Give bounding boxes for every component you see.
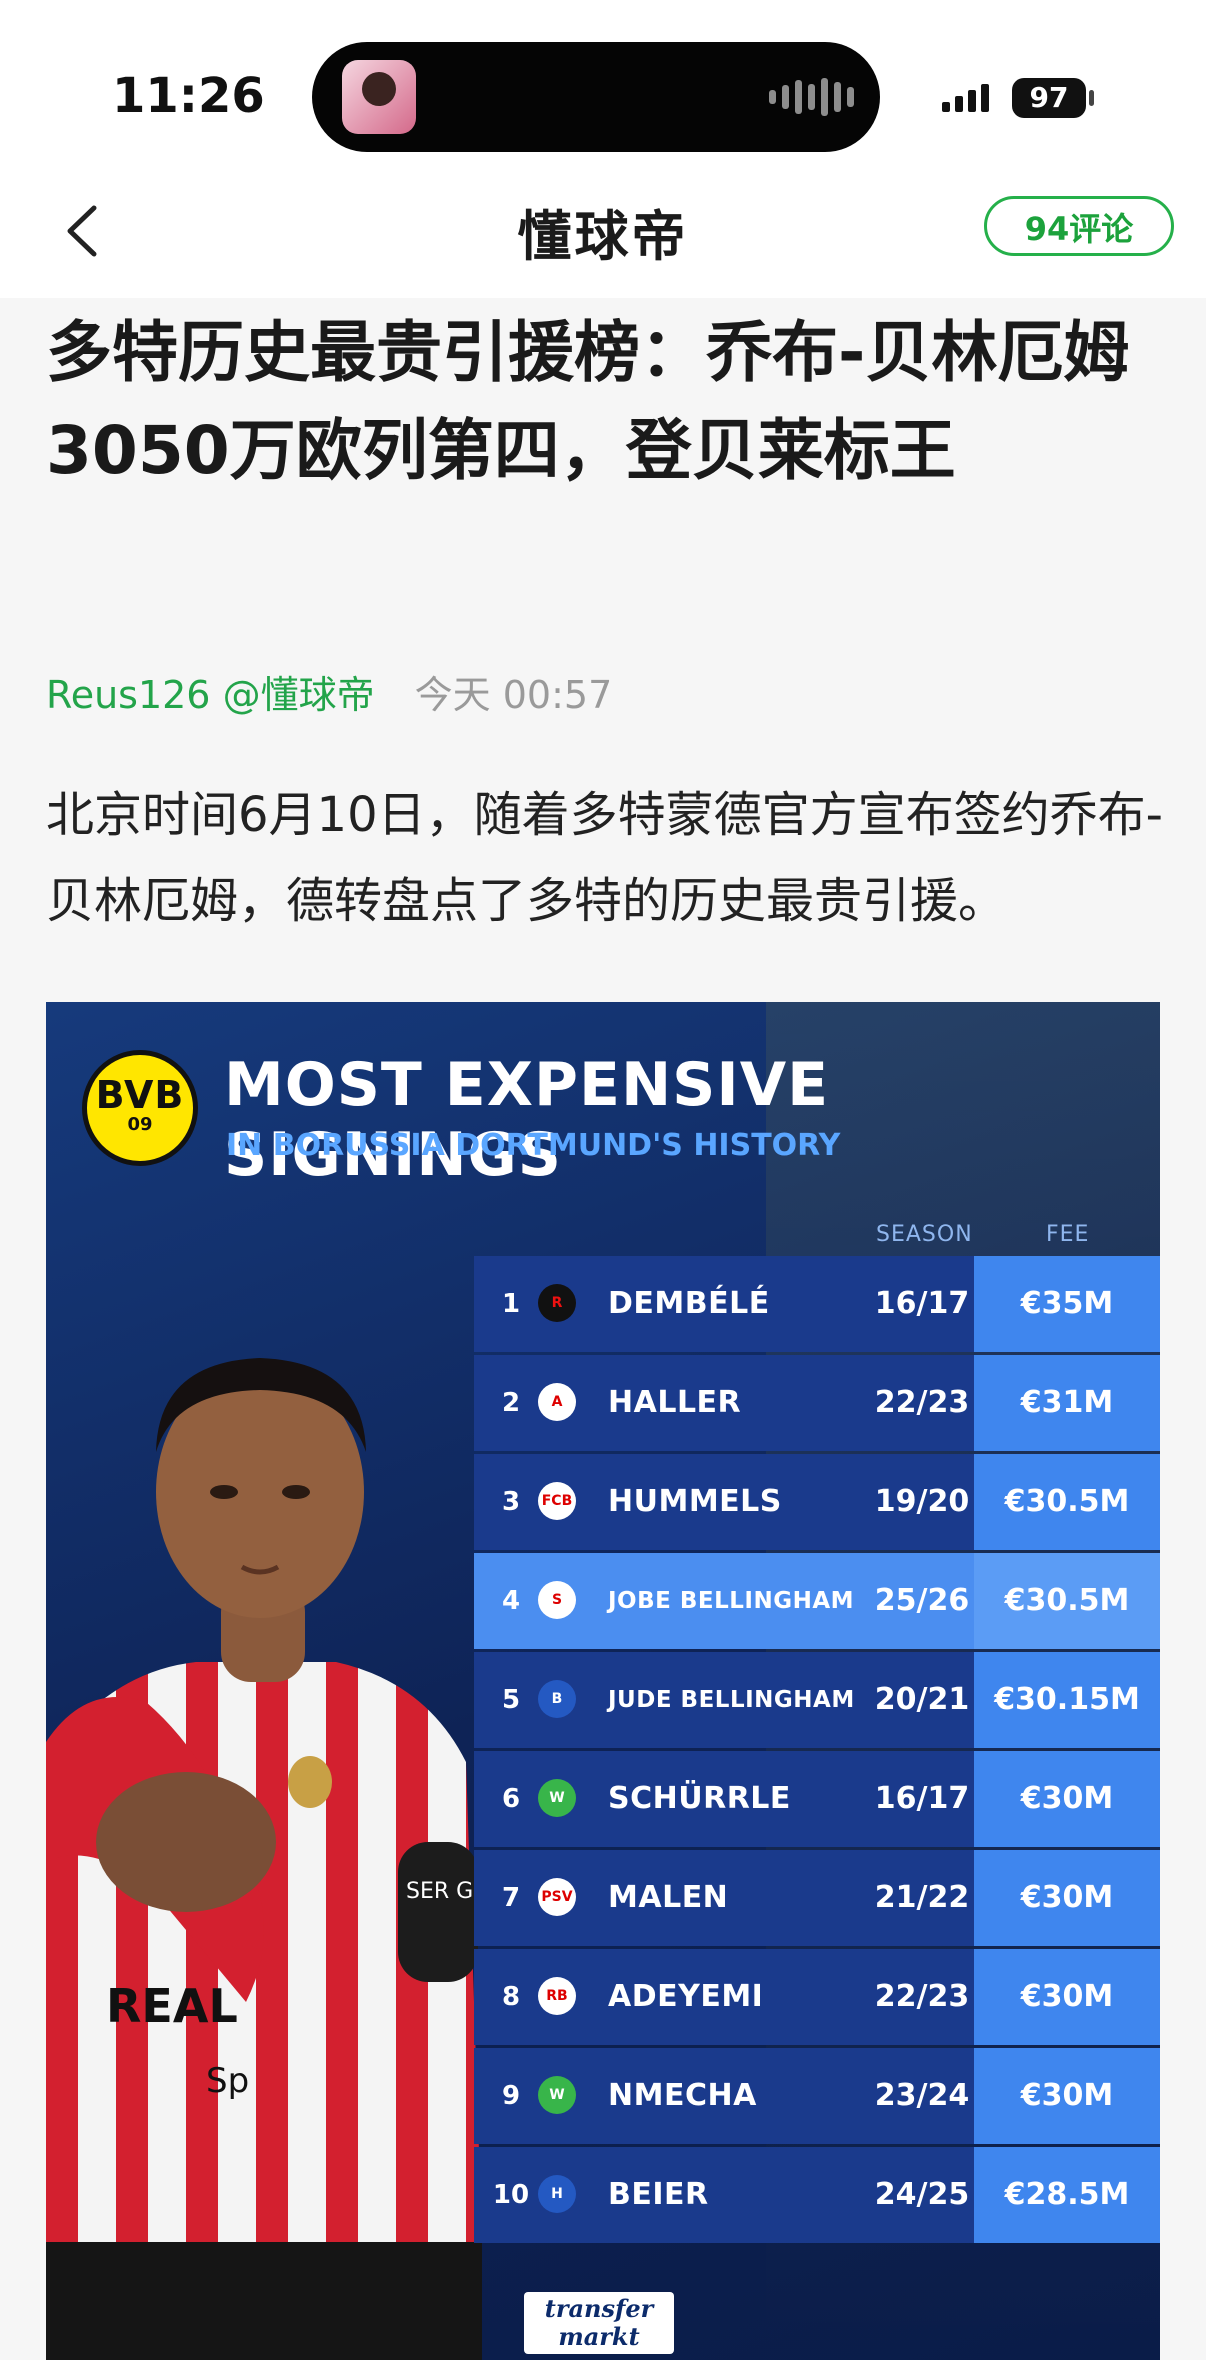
shirt-sponsor-text: Sp	[206, 2061, 249, 2101]
signal-icon	[942, 84, 989, 112]
row-player: NMECHA	[608, 2078, 757, 2113]
status-time: 11:26	[112, 68, 265, 124]
table-row: 9 W NMECHA 23/24 €30M	[474, 2048, 1160, 2144]
comments-button[interactable]: 94评论	[984, 196, 1174, 256]
table-row: 1 R DEMBÉLÉ 16/17 €35M	[474, 1256, 1160, 1352]
row-season: 23/24	[874, 2078, 970, 2113]
status-bar: 11:26 97	[0, 0, 1206, 170]
row-fee: €31M	[974, 1355, 1160, 1451]
row-fee: €30.5M	[974, 1454, 1160, 1550]
row-fee: €30.15M	[974, 1652, 1160, 1748]
row-season: 21/22	[874, 1880, 970, 1915]
row-rank: 8	[501, 1982, 521, 2012]
row-season: 22/23	[874, 1979, 970, 2014]
table-row-highlighted: 4 S JOBE BELLINGHAM 25/26 €30.5M	[474, 1553, 1160, 1649]
psv-crest-icon: PSV	[538, 1878, 576, 1916]
row-rank: 4	[501, 1586, 521, 1616]
fee-column-header: FEE	[1046, 1222, 1090, 1247]
table-row: 5 B JUDE BELLINGHAM 20/21 €30.15M	[474, 1652, 1160, 1748]
row-season: 25/26	[874, 1583, 970, 1618]
bvb-crest-letters: BVB	[95, 1073, 185, 1117]
graphic-title: MOST EXPENSIVE SIGNINGS	[224, 1050, 830, 1190]
dynamic-island[interactable]	[312, 42, 880, 152]
row-player: BEIER	[608, 2177, 709, 2212]
transfermarkt-logo: transfer markt	[524, 2292, 674, 2354]
row-season: 19/20	[874, 1484, 970, 1519]
row-player: MALEN	[608, 1880, 729, 1915]
player-photo: SER GRO REAL Sp	[46, 1358, 482, 2360]
row-player: DEMBÉLÉ	[608, 1286, 770, 1321]
row-rank: 5	[501, 1685, 521, 1715]
shirt-text: REAL	[106, 1979, 238, 2033]
table-row: 8 RB ADEYEMI 22/23 €30M	[474, 1949, 1160, 2045]
row-player: SCHÜRRLE	[608, 1781, 791, 1816]
row-rank: 7	[501, 1883, 521, 1913]
wolfsburg-crest-icon: W	[538, 2076, 576, 2114]
row-rank: 1	[501, 1289, 521, 1319]
season-column-header: SEASON	[876, 1222, 973, 1247]
signings-graphic[interactable]: BVB 09 MOST EXPENSIVE SIGNINGS IN BORUSS…	[46, 1002, 1160, 2360]
row-rank: 6	[501, 1784, 521, 1814]
bvb-crest-icon: BVB 09	[82, 1050, 198, 1166]
row-season: 16/17	[874, 1781, 970, 1816]
row-rank: 2	[501, 1388, 521, 1418]
row-season: 16/17	[874, 1286, 970, 1321]
birmingham-crest-icon: B	[538, 1680, 576, 1718]
sunderland-crest-icon: S	[538, 1581, 576, 1619]
article-title: 多特历史最贵引援榜：乔布-贝林厄姆3050万欧列第四，登贝莱标王	[46, 314, 1130, 489]
audio-wave-icon	[769, 78, 854, 116]
now-playing-avatar	[342, 60, 416, 134]
row-fee: €30M	[974, 1751, 1160, 1847]
row-player: HALLER	[608, 1385, 742, 1420]
logo-line-2: markt	[558, 2322, 640, 2351]
signings-table: 1 R DEMBÉLÉ 16/17 €35M 2 A HALLER 22/23 …	[474, 1256, 1160, 2246]
row-fee: €35M	[974, 1256, 1160, 1352]
wolfsburg-crest-icon: W	[538, 1779, 576, 1817]
row-player: JOBE BELLINGHAM	[608, 1588, 855, 1614]
row-fee: €30M	[974, 2048, 1160, 2144]
bayern-crest-icon: FCB	[538, 1482, 576, 1520]
row-rank: 9	[501, 2081, 521, 2111]
battery-icon: 97	[1012, 78, 1094, 118]
table-row: 10 H BEIER 24/25 €28.5M	[474, 2147, 1160, 2243]
row-player: JUDE BELLINGHAM	[608, 1687, 855, 1713]
armband-text: SER GRO	[406, 1879, 482, 1904]
hoffenheim-crest-icon: H	[538, 2175, 576, 2213]
table-row: 2 A HALLER 22/23 €31M	[474, 1355, 1160, 1451]
row-rank: 3	[501, 1487, 521, 1517]
row-fee: €28.5M	[974, 2147, 1160, 2243]
row-season: 22/23	[874, 1385, 970, 1420]
row-season: 20/21	[874, 1682, 970, 1717]
article-lead: 北京时间6月10日，随着多特蒙德官方宣布签约乔布-贝林厄姆，德转盘点了多特的历史…	[46, 787, 1163, 929]
row-player: HUMMELS	[608, 1484, 782, 1519]
row-fee: €30M	[974, 1949, 1160, 2045]
row-season: 24/25	[874, 2177, 970, 2212]
salzburg-crest-icon: RB	[538, 1977, 576, 2015]
ajax-crest-icon: A	[538, 1383, 576, 1421]
row-fee: €30.5M	[974, 1553, 1160, 1649]
table-row: 3 FCB HUMMELS 19/20 €30.5M	[474, 1454, 1160, 1550]
logo-line-1: transfer	[544, 2294, 654, 2323]
nav-bar: 懂球帝 94评论	[0, 170, 1206, 298]
graphic-subtitle: IN BORUSSIA DORTMUND'S HISTORY	[226, 1128, 841, 1163]
rennes-crest-icon: R	[538, 1284, 576, 1322]
table-row: 7 PSV MALEN 21/22 €30M	[474, 1850, 1160, 1946]
bvb-crest-year: 09	[127, 1114, 153, 1135]
author-link[interactable]: Reus126 @懂球帝	[46, 673, 375, 717]
row-player: ADEYEMI	[608, 1979, 764, 2014]
row-fee: €30M	[974, 1850, 1160, 1946]
article-meta: Reus126 @懂球帝 今天 00:57	[46, 664, 612, 719]
row-rank: 10	[492, 2180, 530, 2210]
table-row: 6 W SCHÜRRLE 16/17 €30M	[474, 1751, 1160, 1847]
publish-time: 今天 00:57	[414, 673, 613, 717]
